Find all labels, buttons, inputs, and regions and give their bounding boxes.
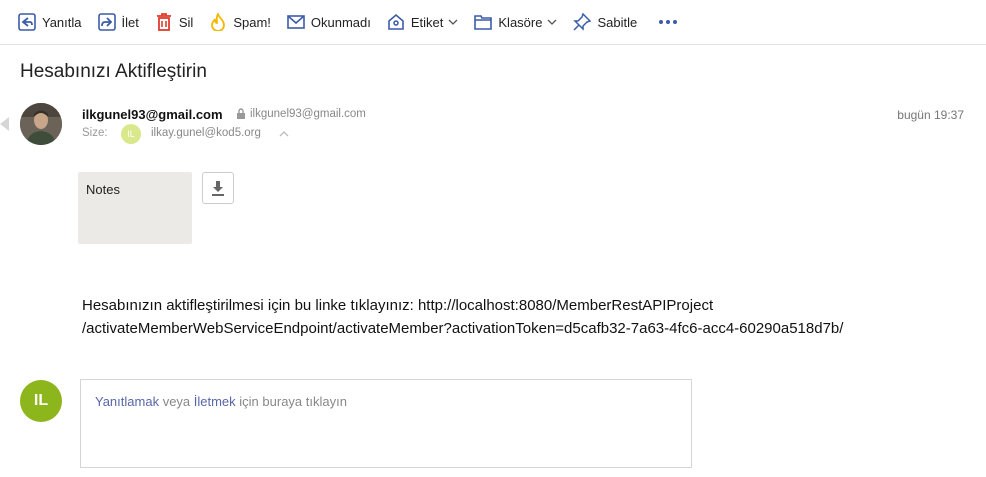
recipient-email[interactable]: ilkay.gunel@kod5.org: [151, 127, 261, 139]
person-photo-icon: [20, 103, 62, 145]
reply-button[interactable]: Yanıtla: [18, 7, 82, 37]
reply-icon: [18, 13, 36, 31]
attachment-card[interactable]: Notes: [78, 172, 192, 244]
chevron-up-icon[interactable]: [279, 130, 289, 138]
pin-button[interactable]: Sabitle: [573, 7, 637, 37]
spam-label: Spam!: [233, 14, 271, 30]
trash-icon: [155, 13, 173, 31]
message-date: bugün 19:37: [897, 108, 964, 122]
forward-link[interactable]: İletmek: [194, 394, 236, 409]
reply-link[interactable]: Yanıtlamak: [95, 394, 159, 409]
pin-icon: [573, 13, 592, 31]
tag-icon: [387, 13, 405, 31]
collapse-marker[interactable]: [0, 117, 9, 131]
reply-avatar: IL: [20, 380, 62, 422]
spam-button[interactable]: Spam!: [209, 7, 271, 37]
message-body: Hesabınızın aktifleştirilmesi için bu li…: [82, 294, 902, 340]
more-icon: [658, 20, 663, 24]
chevron-down-icon: [448, 19, 458, 25]
chevron-down-icon: [548, 19, 557, 25]
delete-label: Sil: [178, 14, 194, 30]
sender-avatar[interactable]: [20, 103, 62, 145]
flame-icon: [209, 13, 227, 31]
mark-unread-button[interactable]: Okunmadı: [287, 7, 371, 37]
forward-icon: [97, 13, 116, 31]
attachment-name: Notes: [86, 182, 120, 197]
more-actions-button[interactable]: [653, 7, 682, 37]
label-dropdown-label: Etiket: [410, 14, 444, 30]
recipient-avatar: IL: [121, 124, 141, 144]
message-subject: Hesabınızı Aktifleştirin: [20, 61, 207, 82]
forward-label: İlet: [121, 14, 139, 30]
reply-suffix-text: için buraya tıklayın: [235, 394, 347, 409]
pin-label: Sabitle: [597, 14, 638, 30]
message-toolbar: Yanıtla İlet Sil Spam! Okunmadı Etiket K…: [0, 0, 986, 45]
envelope-icon: [287, 13, 305, 31]
body-line[interactable]: Hesabınızın aktifleştirilmesi için bu li…: [82, 294, 902, 317]
delete-button[interactable]: Sil: [155, 7, 193, 37]
forward-button[interactable]: İlet: [97, 7, 139, 37]
lock-icon: [237, 108, 245, 119]
sender-address: ilkgunel93@gmail.com: [236, 108, 366, 120]
sender-email: ilkgunel93@gmail.com: [250, 108, 366, 120]
label-dropdown[interactable]: Etiket: [387, 7, 459, 37]
quick-reply-box[interactable]: Yanıtlamak veya İletmek için buraya tıkl…: [80, 379, 692, 468]
body-line[interactable]: /activateMemberWebServiceEndpoint/activa…: [82, 317, 902, 340]
download-button[interactable]: [202, 172, 234, 204]
mark-unread-label: Okunmadı: [310, 14, 371, 30]
download-icon: [212, 181, 224, 196]
folder-icon: [474, 13, 493, 31]
recipient-label: Size:: [82, 127, 108, 139]
move-to-folder-dropdown[interactable]: Klasöre: [474, 7, 557, 37]
reply-label: Yanıtla: [42, 14, 82, 30]
sender-name[interactable]: ilkgunel93@gmail.com: [82, 107, 223, 122]
reply-or-text: veya: [159, 394, 194, 409]
move-to-folder-label: Klasöre: [498, 14, 543, 30]
